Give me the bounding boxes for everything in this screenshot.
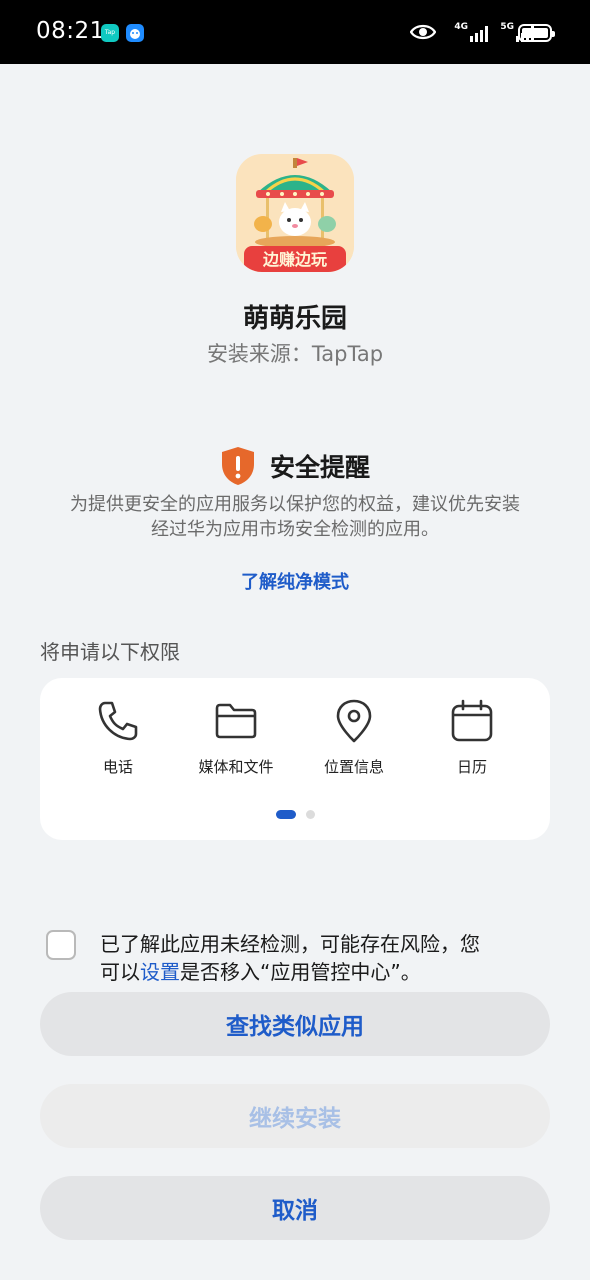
app-name: 萌萌乐园: [242, 304, 347, 334]
permission-label: 电话: [102, 758, 133, 776]
security-alert-header: 安全提醒: [0, 444, 590, 488]
permission-label: 媒体和文件: [198, 758, 274, 776]
shield-warning-icon: [221, 447, 254, 485]
network-4g-label: 4G: [454, 22, 468, 32]
consent-text-line1: 已了解此应用未经检测，可能存在风险，您: [100, 932, 480, 956]
eye-icon: [410, 24, 436, 40]
page-dot-inactive: [305, 810, 315, 819]
folder-icon: [215, 703, 257, 739]
phone-icon: [98, 701, 138, 741]
network-5g-label: 5G: [500, 22, 514, 32]
location-icon: [336, 699, 372, 743]
permission-location: 位置信息: [294, 698, 414, 777]
cancel-button[interactable]: 取消: [40, 1176, 550, 1240]
page-indicator: [40, 810, 550, 819]
permission-media-files: 媒体和文件: [176, 698, 296, 777]
alert-title: 安全提醒: [269, 453, 370, 482]
permission-label: 位置信息: [323, 758, 384, 776]
page-dot-active: [275, 810, 296, 819]
continue-install-button[interactable]: 继续安装: [40, 1084, 550, 1148]
alert-description: 为提供更安全的应用服务以保护您的权益，建议优先安装 经过华为应用市场安全检测的应…: [40, 492, 550, 542]
risk-consent-text: 已了解此应用未经检测，可能存在风险，您 可以设置是否移入“应用管控中心”。: [100, 930, 550, 986]
alert-description-line1: 为提供更安全的应用服务以保护您的权益，建议优先安装: [70, 494, 520, 515]
install-source: 安装来源：TapTap: [206, 342, 384, 366]
permission-calendar: 日历: [412, 698, 532, 777]
status-bar: 08:21 Tap 4G 5G: [0, 0, 590, 64]
permission-phone: 电话: [58, 698, 178, 777]
taptap-icon-label: Tap: [104, 29, 116, 36]
calendar-icon: [451, 699, 493, 742]
status-time: 08:21: [36, 18, 105, 44]
risk-consent-checkbox[interactable]: [46, 930, 76, 960]
alert-description-line2: 经过华为应用市场安全检测的应用。: [151, 519, 439, 540]
app-notification-icon: [126, 24, 144, 42]
taptap-notification-icon: Tap: [101, 24, 119, 42]
settings-link[interactable]: 设置: [140, 960, 180, 984]
consent-text-prefix: 可以: [100, 960, 140, 984]
app-icon-banner: 边赚边玩: [262, 250, 327, 269]
permissions-title: 将申请以下权限: [40, 640, 180, 664]
learn-pure-mode-link[interactable]: 了解纯净模式: [0, 568, 590, 594]
battery-icon: [518, 24, 555, 42]
signal-4g-icon: [470, 26, 488, 42]
consent-text-suffix: 是否移入“应用管控中心”。: [180, 960, 421, 984]
app-icon: 边赚边玩: [236, 154, 354, 272]
find-similar-app-button[interactable]: 查找类似应用: [40, 992, 550, 1056]
permission-label: 日历: [456, 758, 487, 776]
permissions-card[interactable]: 电话 媒体和文件 位置信息 日历: [40, 678, 550, 840]
